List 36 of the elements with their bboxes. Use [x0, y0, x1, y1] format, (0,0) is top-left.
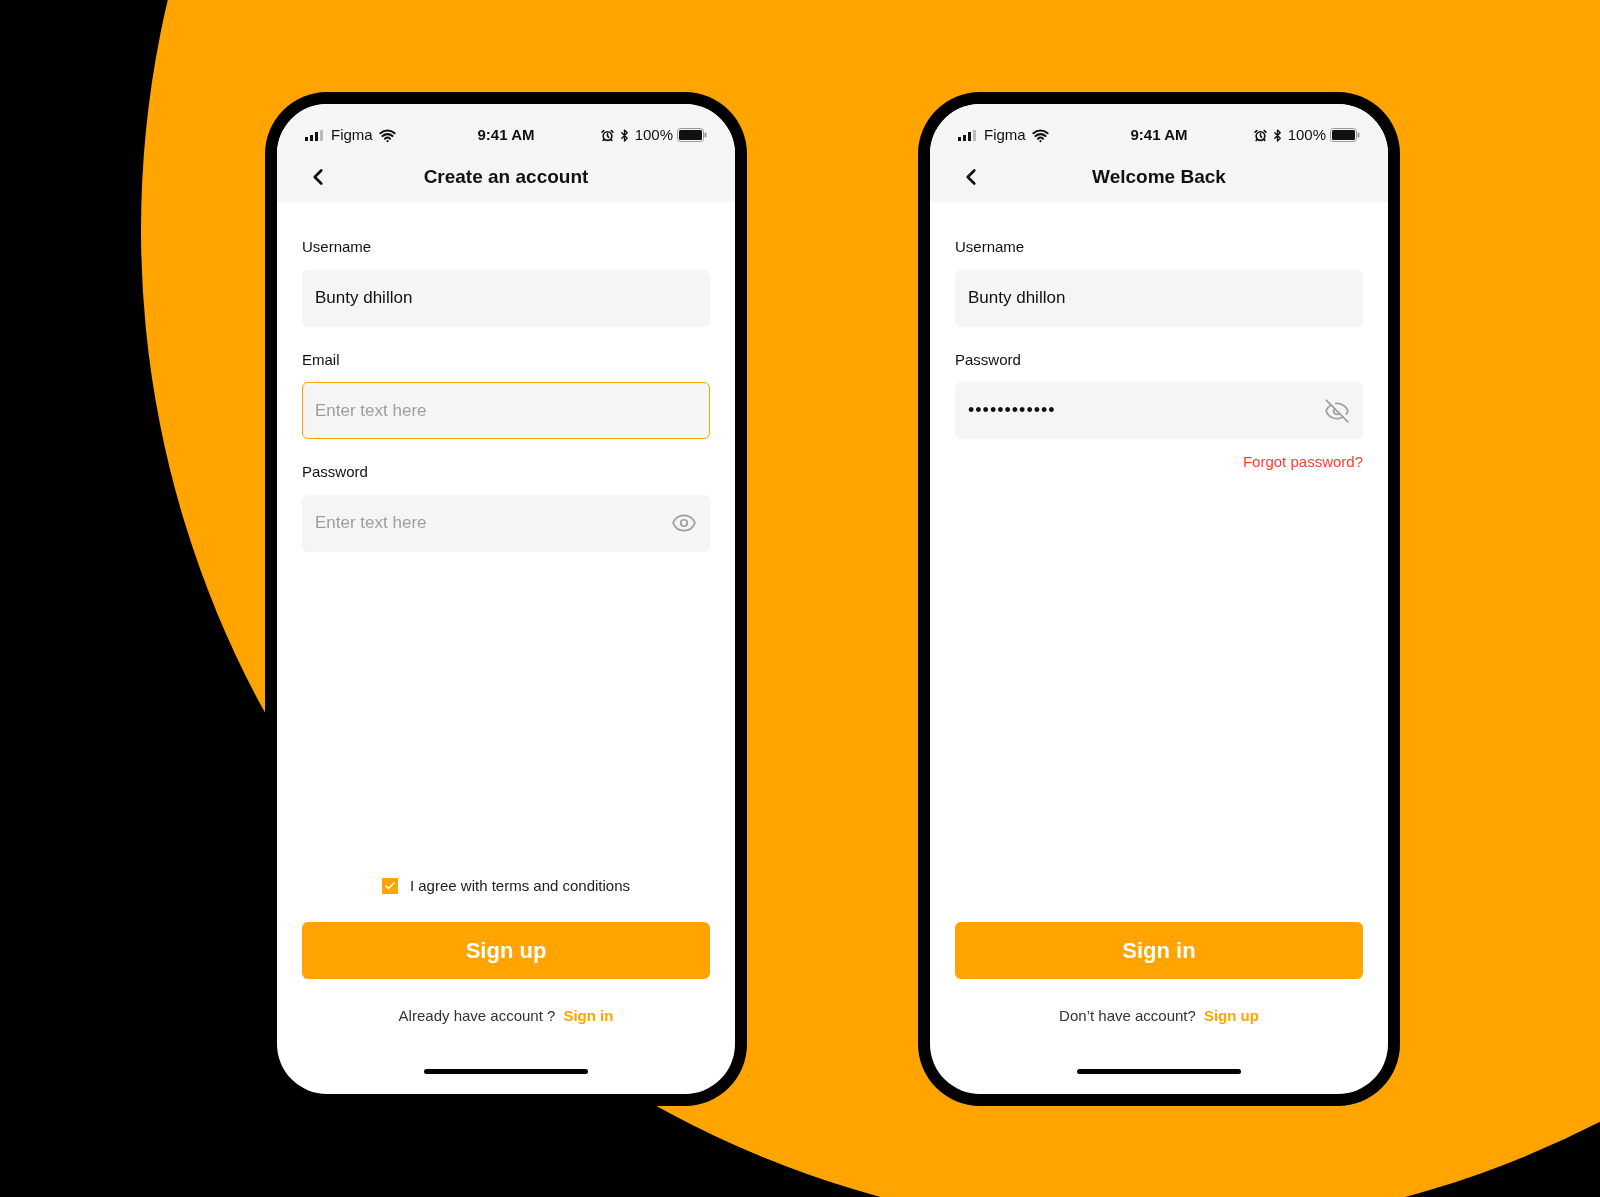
alarm-icon — [600, 128, 614, 142]
footer-link[interactable]: Sign up — [1203, 1004, 1259, 1027]
agree-label: I agree with terms and conditions — [409, 876, 631, 896]
input-field[interactable]: Bunty dhillon — [955, 269, 1363, 327]
screen-title: Create an account — [423, 164, 589, 189]
status-time: 9:41 AM — [477, 125, 535, 145]
footer-text: Already have account ? — [398, 1005, 556, 1026]
field-label: Username — [302, 237, 373, 257]
primary-button[interactable]: Sign up — [302, 921, 710, 979]
field-label: Username — [955, 237, 1026, 257]
input-field[interactable]: Enter text here — [302, 382, 710, 439]
field-label: Email — [302, 349, 341, 370]
signal-icon — [958, 129, 978, 141]
screen-title: Welcome Back — [1092, 164, 1226, 189]
footer-text: Don’t have account? — [1059, 1005, 1196, 1026]
agree-checkbox[interactable] — [381, 878, 398, 895]
carrier-name: Figma — [984, 125, 1026, 145]
signal-icon — [305, 129, 325, 141]
footer-link[interactable]: Sign in — [563, 1004, 614, 1027]
field-label: Password — [302, 462, 369, 482]
input-field[interactable]: •••••••••••• — [955, 382, 1363, 439]
battery-icon — [1330, 128, 1360, 143]
primary-button[interactable]: Sign in — [955, 921, 1363, 979]
forgot-password-link[interactable]: Forgot password? — [1242, 451, 1363, 474]
battery-percent: 100% — [1287, 125, 1326, 145]
eye-off-icon[interactable] — [1324, 397, 1350, 424]
field-label: Password — [955, 349, 1022, 370]
wifi-icon — [378, 126, 396, 144]
status-time: 9:41 AM — [1130, 125, 1188, 145]
wifi-icon — [1031, 126, 1049, 144]
input-field[interactable]: Bunty dhillon — [302, 269, 710, 327]
battery-percent: 100% — [634, 125, 673, 145]
alarm-icon — [1253, 128, 1267, 142]
input-field[interactable]: Enter text here — [302, 494, 710, 552]
carrier-name: Figma — [331, 125, 373, 145]
battery-icon — [677, 128, 707, 143]
